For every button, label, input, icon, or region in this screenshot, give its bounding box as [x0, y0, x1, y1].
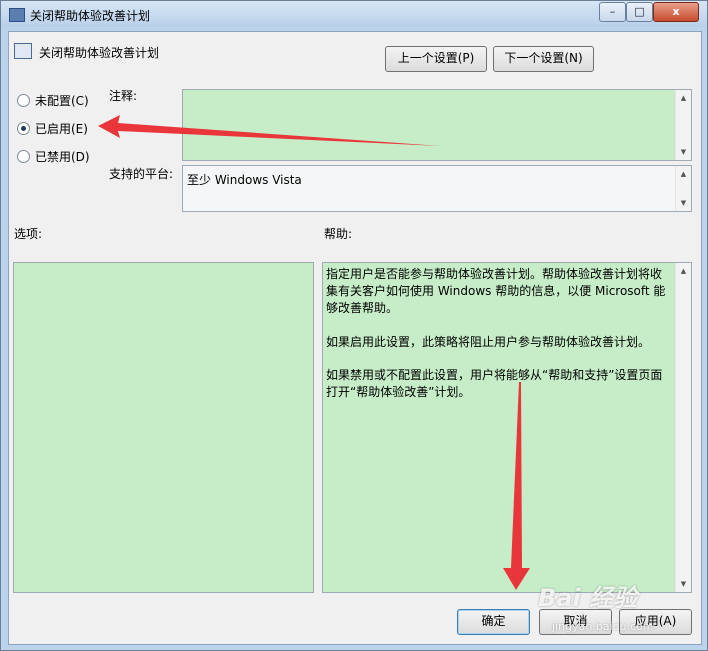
- window-title: 关闭帮助体验改善计划: [30, 9, 151, 23]
- radio-not-configured[interactable]: [17, 94, 30, 107]
- policy-name: 关闭帮助体验改善计划: [39, 46, 160, 60]
- help-paragraph: 指定用户是否能参与帮助体验改善计划。帮助体验改善计划将收集有关客户如何使用 Wi…: [326, 267, 666, 316]
- title-bar: 关闭帮助体验改善计划 – □ x: [1, 1, 707, 27]
- maximize-button[interactable]: □: [626, 2, 653, 22]
- scroll-up-icon[interactable]: ▲: [676, 170, 691, 178]
- help-panel: 指定用户是否能参与帮助体验改善计划。帮助体验改善计划将收集有关客户如何使用 Wi…: [322, 262, 692, 593]
- scroll-down-icon[interactable]: ▼: [676, 148, 691, 156]
- comment-textarea[interactable]: ▲ ▼: [182, 89, 692, 161]
- next-setting-button[interactable]: 下一个设置(N): [493, 46, 594, 72]
- options-panel: [13, 262, 314, 593]
- scroll-up-icon[interactable]: ▲: [676, 94, 691, 102]
- ok-button[interactable]: 确定: [457, 609, 530, 635]
- options-label: 选项:: [14, 227, 43, 241]
- help-paragraph: 如果启用此设置，此策略将阻止用户参与帮助体验改善计划。: [326, 334, 651, 349]
- minimize-button[interactable]: –: [599, 2, 626, 22]
- platform-label: 支持的平台:: [109, 167, 174, 181]
- previous-setting-button[interactable]: 上一个设置(P): [385, 46, 487, 72]
- help-paragraph: 如果禁用或不配置此设置，用户将能够从“帮助和支持”设置页面打开“帮助体验改善”计…: [326, 367, 663, 400]
- radio-enabled[interactable]: [17, 122, 30, 135]
- comment-scrollbar[interactable]: ▲ ▼: [675, 90, 691, 160]
- radio-disabled-label[interactable]: 已禁用(D): [35, 148, 90, 165]
- help-label: 帮助:: [324, 227, 353, 241]
- radio-enabled-label[interactable]: 已启用(E): [35, 120, 88, 137]
- scroll-down-icon[interactable]: ▼: [676, 199, 691, 207]
- watermark-url: jingyan.baidu.com: [552, 620, 654, 633]
- scroll-down-icon[interactable]: ▼: [676, 580, 691, 588]
- radio-disabled[interactable]: [17, 150, 30, 163]
- close-button[interactable]: x: [653, 2, 699, 22]
- platform-scrollbar[interactable]: ▲ ▼: [675, 166, 691, 211]
- policy-icon: [9, 8, 25, 22]
- radio-not-configured-label[interactable]: 未配置(C): [35, 92, 89, 109]
- platform-field: 至少 Windows Vista ▲ ▼: [182, 165, 692, 212]
- dialog-window: 关闭帮助体验改善计划 – □ x 关闭帮助体验改善计划 上一个设置(P) 下一个…: [0, 0, 708, 651]
- dialog-client: 关闭帮助体验改善计划 上一个设置(P) 下一个设置(N) 未配置(C) 已启用(…: [8, 31, 702, 645]
- scroll-up-icon[interactable]: ▲: [676, 267, 691, 275]
- watermark-logo: Bai 经验: [538, 584, 638, 612]
- policy-setting-icon: [14, 43, 32, 59]
- help-scrollbar[interactable]: ▲ ▼: [675, 263, 691, 592]
- help-text: 指定用户是否能参与帮助体验改善计划。帮助体验改善计划将收集有关客户如何使用 Wi…: [326, 266, 673, 417]
- comment-label: 注释:: [109, 89, 138, 103]
- platform-value: 至少 Windows Vista: [187, 173, 302, 187]
